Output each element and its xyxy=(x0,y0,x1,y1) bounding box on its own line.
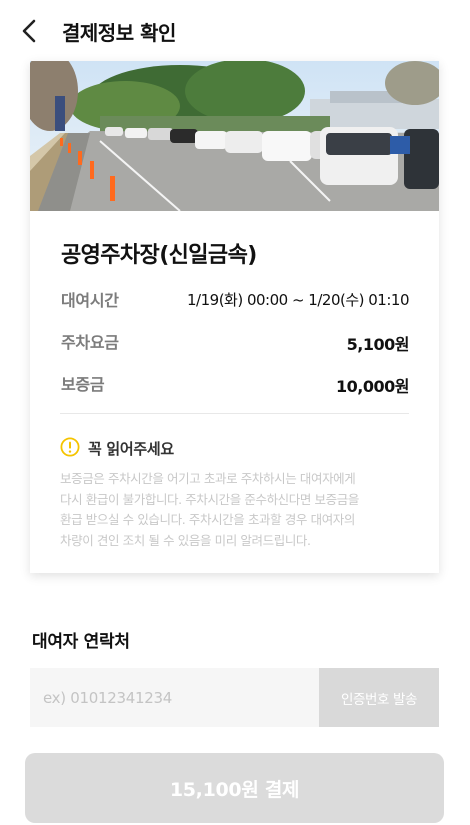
phone-number-input[interactable] xyxy=(30,668,319,727)
notice-title: 꼭 읽어주세요 xyxy=(88,440,174,458)
send-verification-code-button[interactable]: 인증번호 발송 xyxy=(319,668,439,727)
page-title: 결제정보 확인 xyxy=(62,21,176,45)
parking-fee-label: 주차요금 xyxy=(61,333,119,352)
rental-time-label: 대여시간 xyxy=(61,291,119,310)
pay-button[interactable]: 15,100원 결제 xyxy=(25,753,444,823)
parking-lot-photo xyxy=(30,61,439,211)
contact-section-title: 대여자 연락처 xyxy=(32,632,130,652)
parking-info-card: 공영주차장(신일금속) 대여시간 1/19(화) 00:00 ~ 1/20(수)… xyxy=(30,61,439,573)
divider xyxy=(60,413,409,414)
notice-body: 보증금은 주차시간을 어기고 초과로 주차하시는 대여자에게 다시 환급이 불가… xyxy=(60,469,412,551)
warning-circle-icon xyxy=(60,437,80,457)
parking-fee-value: 5,100원 xyxy=(346,335,410,354)
deposit-value: 10,000원 xyxy=(336,377,409,396)
deposit-label: 보증금 xyxy=(61,375,105,394)
parking-lot-name: 공영주차장(신일금속) xyxy=(61,243,257,268)
chevron-left-icon[interactable] xyxy=(18,18,44,44)
notice-line: 환급 받으실 수 있습니다. 주차시간을 초과할 경우 대여자의 xyxy=(60,512,355,527)
rental-time-value: 1/19(화) 00:00 ~ 1/20(수) 01:10 xyxy=(187,291,409,309)
notice-line: 보증금은 주차시간을 어기고 초과로 주차하시는 대여자에게 xyxy=(60,471,356,486)
header: 결제정보 확인 xyxy=(0,0,470,62)
notice-line: 차량이 견인 조치 될 수 있음을 미리 알려드립니다. xyxy=(60,532,311,548)
notice-line: 다시 환급이 불가합니다. 주차시간을 준수하신다면 보증금을 xyxy=(60,491,359,507)
